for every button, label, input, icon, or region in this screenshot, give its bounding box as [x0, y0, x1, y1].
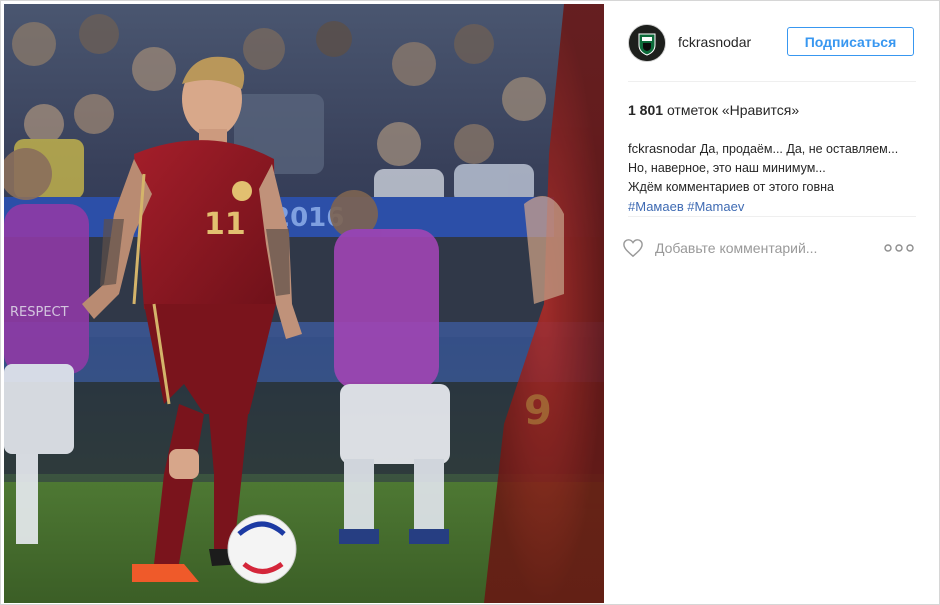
caption-line-2: Но, наверное, это наш минимум...	[628, 161, 826, 175]
post-window: 2016 RESPECT 11 9 fckrasnodar Подписатьс…	[0, 0, 940, 605]
football-player-photo: 2016 RESPECT 11 9	[4, 4, 604, 603]
caption-line-3: Ждём комментариев от этого говна	[628, 180, 834, 194]
club-crest-icon	[629, 25, 665, 61]
avatar[interactable]	[628, 24, 666, 62]
post-header: fckrasnodar Подписаться	[606, 4, 938, 82]
post-photo[interactable]: 2016 RESPECT 11 9	[4, 4, 604, 603]
header-divider	[628, 81, 916, 82]
heart-outline-icon[interactable]	[621, 238, 645, 258]
hashtag-link-mamaev-en[interactable]: #Mamaev	[687, 199, 744, 214]
hashtag-link-mamaev-ru[interactable]: #Мамаев	[628, 199, 684, 214]
likes-label: отметок «Нравится»	[666, 102, 800, 118]
username-link[interactable]: fckrasnodar	[678, 34, 751, 50]
ellipsis-icon[interactable]	[883, 240, 915, 256]
jersey-number: 11	[204, 207, 246, 242]
bib-text: RESPECT	[10, 305, 69, 320]
comments-divider	[628, 216, 916, 217]
likes-count[interactable]: 1 801 отметок «Нравится»	[628, 102, 799, 118]
post-caption: fckrasnodar Да, продаём... Да, не оставля…	[628, 139, 928, 217]
caption-author-link[interactable]: fckrasnodar	[628, 141, 696, 156]
comment-input[interactable]	[655, 238, 865, 258]
comment-row	[621, 235, 921, 261]
post-side-panel: fckrasnodar Подписаться 1 801 отметок «Н…	[606, 4, 938, 603]
likes-number: 1 801	[628, 102, 664, 118]
svg-text:9: 9	[524, 388, 552, 434]
caption-line-1: Да, продаём... Да, не оставляем...	[699, 142, 899, 156]
follow-button[interactable]: Подписаться	[787, 27, 914, 56]
